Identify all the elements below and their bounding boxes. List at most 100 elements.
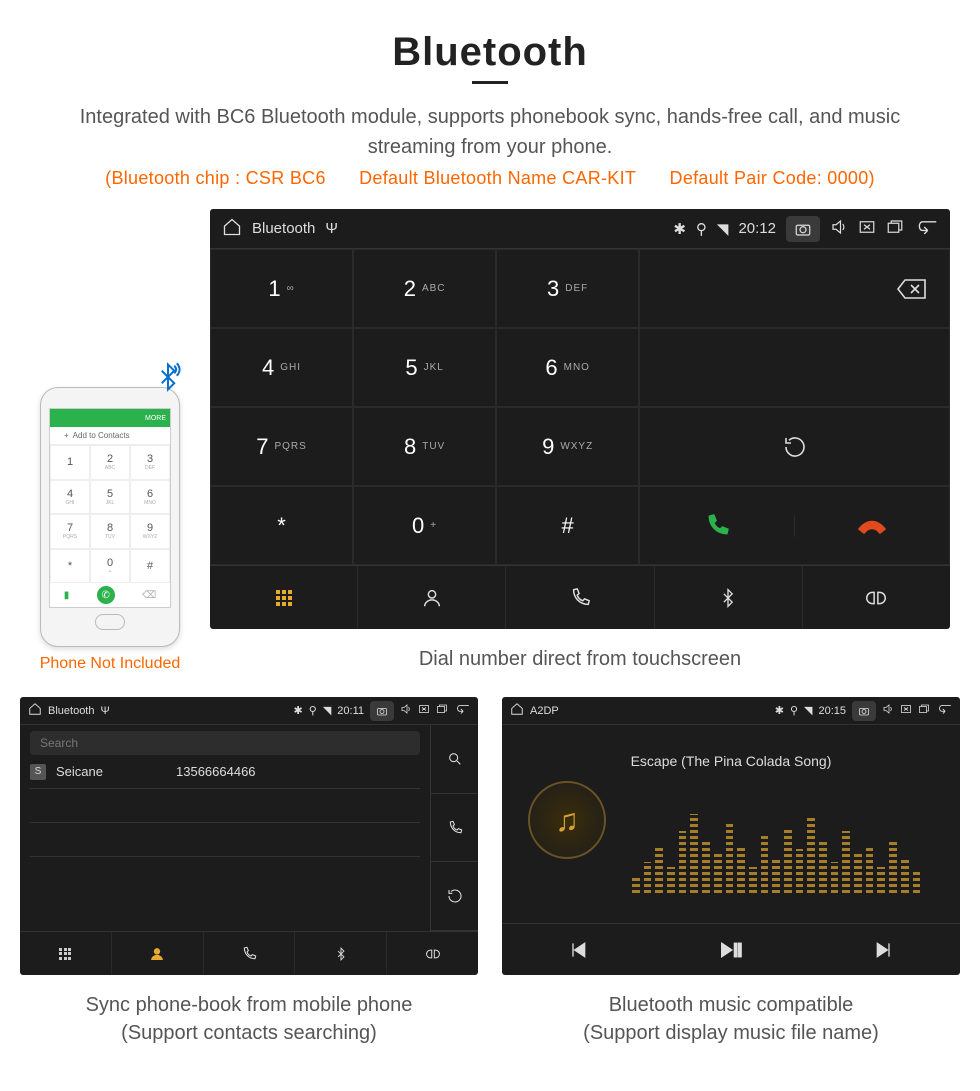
contact-row-empty: [30, 857, 420, 891]
spec-code: Default Pair Code: 0000): [670, 168, 875, 188]
contact-name: Seicane: [56, 764, 166, 779]
keypad-key[interactable]: 2ABC: [353, 249, 496, 328]
recent-apps-icon[interactable]: [918, 703, 930, 718]
next-track-button[interactable]: [807, 924, 960, 975]
search-input[interactable]: Search: [30, 731, 420, 755]
volume-icon[interactable]: [882, 703, 894, 718]
phone-key: 9WXYZ: [130, 514, 170, 549]
contact-badge: S: [30, 764, 46, 780]
contact-row-empty: [30, 823, 420, 857]
contact-number: 13566664466: [176, 764, 256, 779]
side-search-icon[interactable]: [431, 725, 478, 794]
keypad-key[interactable]: 6MNO: [496, 328, 639, 407]
phone-key: 2ABC: [90, 445, 130, 480]
bluetooth-icon: ✱: [775, 704, 784, 717]
phone-key: 4GHI: [50, 480, 90, 515]
keypad-key[interactable]: 8TUV: [353, 407, 496, 486]
headunit-dialer: Bluetooth Ψ ✱ ⚲ ◥ 20:12 1∞2ABC3DEF4GHI5J…: [210, 209, 950, 629]
spec-name: Default Bluetooth Name CAR-KIT: [359, 168, 636, 188]
recent-apps-icon[interactable]: [886, 218, 904, 240]
contacts-caption-l2: (Support contacts searching): [86, 1019, 413, 1047]
bluetooth-icon: ✱: [294, 704, 303, 717]
phone-key: 8TUV: [90, 514, 130, 549]
status-app-label: Bluetooth: [48, 705, 94, 717]
home-icon[interactable]: [222, 217, 242, 241]
equalizer-visual: [632, 805, 920, 893]
contacts-caption: Sync phone-book from mobile phone (Suppo…: [86, 991, 413, 1047]
tab-pair[interactable]: [803, 566, 950, 629]
keypad-key[interactable]: 5JKL: [353, 328, 496, 407]
volume-icon[interactable]: [830, 218, 848, 240]
side-call-icon[interactable]: [431, 794, 478, 863]
music-caption-l2: (Support display music file name): [583, 1019, 879, 1047]
home-icon[interactable]: [28, 702, 42, 719]
contacts-caption-l1: Sync phone-book from mobile phone: [86, 991, 413, 1019]
wifi-icon: ◥: [804, 704, 812, 717]
keypad-key[interactable]: 1∞: [210, 249, 353, 328]
album-art: ♫: [528, 781, 606, 859]
music-caption: Bluetooth music compatible (Support disp…: [583, 991, 879, 1047]
dialer-caption: Dial number direct from touchscreen: [419, 645, 741, 673]
phone-call-button: ✆: [97, 586, 115, 604]
page-title: Bluetooth: [392, 30, 588, 75]
keypad-key[interactable]: #: [496, 486, 639, 565]
close-icon[interactable]: [900, 703, 912, 718]
bluetooth-signal-icon: [153, 362, 183, 399]
keypad-key[interactable]: 0+: [353, 486, 496, 565]
phone-key: 7PQRS: [50, 514, 90, 549]
camera-icon[interactable]: [370, 701, 394, 721]
side-sync-icon[interactable]: [431, 862, 478, 931]
spec-line: (Bluetooth chip : CSR BC6 Default Blueto…: [91, 168, 889, 189]
volume-icon[interactable]: [400, 703, 412, 718]
hangup-button[interactable]: [794, 515, 949, 537]
close-icon[interactable]: [418, 703, 430, 718]
redial-button[interactable]: [639, 407, 950, 486]
location-icon: ⚲: [696, 220, 707, 238]
spec-chip: (Bluetooth chip : CSR BC6: [105, 168, 326, 188]
location-icon: ⚲: [309, 704, 317, 717]
keypad-key[interactable]: *: [210, 486, 353, 565]
phone-key: #: [130, 549, 170, 584]
usb-icon: Ψ: [325, 220, 338, 237]
phone-key: 1: [50, 445, 90, 480]
tab-contacts[interactable]: [358, 566, 506, 629]
backspace-button[interactable]: [639, 249, 950, 328]
tab-call-log[interactable]: [506, 566, 654, 629]
camera-icon[interactable]: [852, 701, 876, 721]
contact-row[interactable]: S Seicane 13566664466: [30, 755, 420, 789]
music-note-icon: ♫: [555, 802, 579, 839]
phone-mock: MORE + Add to Contacts 12ABC3DEF4GHI5JKL…: [40, 387, 180, 647]
tab-keypad[interactable]: [20, 932, 112, 975]
tab-bluetooth[interactable]: [655, 566, 803, 629]
phone-not-included-label: Phone Not Included: [40, 655, 181, 673]
dial-button[interactable]: [640, 513, 794, 539]
title-underline: [472, 81, 508, 84]
keypad-key[interactable]: 3DEF: [496, 249, 639, 328]
keypad-key[interactable]: 9WXYZ: [496, 407, 639, 486]
tab-keypad[interactable]: [210, 566, 358, 629]
home-icon[interactable]: [510, 702, 524, 719]
phone-statusbar: MORE: [50, 409, 170, 427]
tab-call-log[interactable]: [204, 932, 296, 975]
close-icon[interactable]: [858, 218, 876, 240]
back-icon[interactable]: [914, 218, 938, 240]
play-pause-button[interactable]: [655, 924, 808, 975]
back-icon[interactable]: [936, 703, 952, 718]
keypad-key[interactable]: 4GHI: [210, 328, 353, 407]
back-icon[interactable]: [454, 703, 470, 718]
recent-apps-icon[interactable]: [436, 703, 448, 718]
tab-pair[interactable]: [387, 932, 478, 975]
usb-icon: Ψ: [100, 705, 109, 717]
status-app-label: A2DP: [530, 705, 559, 717]
phone-key: 6MNO: [130, 480, 170, 515]
prev-track-button[interactable]: [502, 924, 655, 975]
tab-contacts[interactable]: [112, 932, 204, 975]
wifi-icon: ◥: [717, 220, 729, 238]
status-app-label: Bluetooth: [252, 220, 315, 237]
camera-icon[interactable]: [786, 216, 820, 242]
phone-video-icon: ▮: [64, 590, 70, 601]
keypad-key[interactable]: 7PQRS: [210, 407, 353, 486]
tab-bluetooth[interactable]: [295, 932, 387, 975]
music-caption-l1: Bluetooth music compatible: [583, 991, 879, 1019]
track-title: Escape (The Pina Colada Song): [502, 753, 960, 769]
